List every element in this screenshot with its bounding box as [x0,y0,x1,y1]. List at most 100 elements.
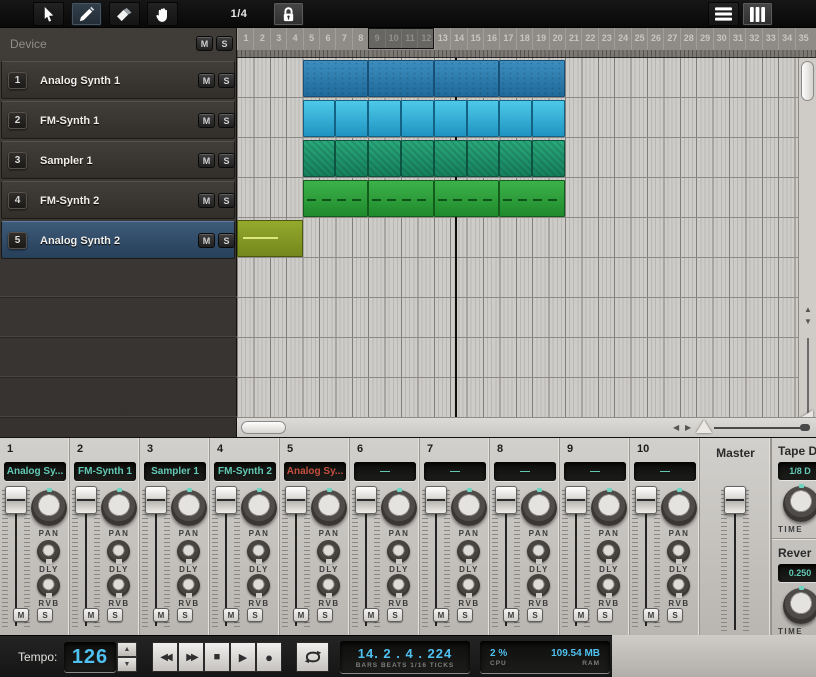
pan-knob[interactable] [381,490,417,526]
channel-mute-button[interactable]: M [13,608,29,622]
track-solo-button[interactable]: S [218,113,235,128]
clip-blue[interactable] [434,60,500,97]
ruler-bar-33[interactable]: 33 [762,28,779,50]
dly-knob[interactable] [177,540,200,563]
pan-knob[interactable] [241,490,277,526]
ruler-bar-32[interactable]: 32 [745,28,762,50]
channel-solo-button[interactable]: S [457,608,473,622]
scroll-down-icon[interactable]: ▼ [804,318,812,326]
tempo-up-button[interactable]: ▲ [117,642,137,657]
channel-fader[interactable] [212,486,240,628]
channel-solo-button[interactable]: S [177,608,193,622]
ruler-bar-13[interactable]: 13 [434,28,451,50]
horizontal-scroll-thumb[interactable] [241,421,286,434]
timeline-ruler[interactable]: 1234567891011121314151617181920212223242… [237,28,816,58]
track-row-fm-synth-2[interactable]: 4FM-Synth 2MS [1,181,235,219]
rvb-knob[interactable] [387,574,410,597]
dly-knob[interactable] [317,540,340,563]
fader-handle[interactable] [215,486,237,514]
scroll-left-icon[interactable]: ◀ [673,424,679,432]
ruler-bar-19[interactable]: 19 [532,28,549,50]
clip-teal[interactable] [532,140,565,177]
clip-cyan[interactable] [532,100,565,137]
arrangement-grid[interactable] [237,58,798,417]
tape-delay-value-display[interactable]: 1/8 D [778,462,816,480]
dly-knob[interactable] [667,540,690,563]
clip-teal[interactable] [401,140,434,177]
channel-mute-button[interactable]: M [293,608,309,622]
channel-mute-button[interactable]: M [223,608,239,622]
channel-name-display[interactable]: — [424,462,486,481]
scroll-right-icon[interactable]: ▶ [685,424,691,432]
rvb-knob[interactable] [597,574,620,597]
clip-green[interactable] [499,180,565,217]
record-button[interactable]: ● [256,642,282,672]
rvb-knob[interactable] [667,574,690,597]
clip-blue[interactable] [368,60,434,97]
rvb-knob[interactable] [527,574,550,597]
loop-button[interactable] [296,642,329,672]
pan-knob[interactable] [311,490,347,526]
position-display[interactable]: 14. 2 . 4 . 224 BARS BEATS 1/16 TICKS [340,641,470,673]
channel-solo-button[interactable]: S [597,608,613,622]
ruler-bar-1[interactable]: 1 [237,28,254,50]
pan-knob[interactable] [591,490,627,526]
ruler-bar-26[interactable]: 26 [647,28,664,50]
dly-knob[interactable] [597,540,620,563]
ruler-bar-27[interactable]: 27 [663,28,680,50]
grid-resolution-label[interactable]: 1/4 [218,0,260,28]
channel-name-display[interactable]: — [494,462,556,481]
pointer-tool-button[interactable] [33,2,64,26]
ruler-bar-34[interactable]: 34 [778,28,795,50]
rvb-knob[interactable] [457,574,480,597]
dly-knob[interactable] [107,540,130,563]
ruler-bar-17[interactable]: 17 [499,28,516,50]
channel-mute-button[interactable]: M [83,608,99,622]
master-mute-button[interactable]: M [196,36,213,51]
ruler-bar-5[interactable]: 5 [303,28,320,50]
clip-teal[interactable] [368,140,401,177]
track-solo-button[interactable]: S [218,153,235,168]
play-button[interactable]: ▶ [230,642,256,672]
ruler-bar-28[interactable]: 28 [680,28,697,50]
fast-forward-button[interactable]: ▶▶ [178,642,204,672]
track-mute-button[interactable]: M [198,233,215,248]
vertical-scrollbar[interactable]: ▲ ▼ [798,58,816,417]
track-solo-button[interactable]: S [218,73,235,88]
mixer-view-button[interactable] [742,2,773,26]
channel-fader[interactable] [422,486,450,628]
fader-handle[interactable] [425,486,447,514]
ruler-bar-3[interactable]: 3 [270,28,287,50]
ruler-bar-8[interactable]: 8 [352,28,369,50]
master-fader[interactable] [721,486,749,632]
arrange-view-button[interactable] [708,2,739,26]
fader-handle[interactable] [635,486,657,514]
fader-handle[interactable] [285,486,307,514]
channel-name-display[interactable]: — [354,462,416,481]
pan-knob[interactable] [451,490,487,526]
track-row-analog-synth-2[interactable]: 5Analog Synth 2MS [1,221,235,259]
dly-knob[interactable] [387,540,410,563]
ruler-bar-35[interactable]: 35 [795,28,812,50]
clip-teal[interactable] [499,140,532,177]
channel-solo-button[interactable]: S [37,608,53,622]
pan-knob[interactable] [171,490,207,526]
ruler-bar-23[interactable]: 23 [598,28,615,50]
channel-mute-button[interactable]: M [503,608,519,622]
ruler-bar-20[interactable]: 20 [549,28,566,50]
track-solo-button[interactable]: S [218,233,235,248]
channel-name-display[interactable]: Analog Sy... [284,462,346,481]
loop-region[interactable] [368,28,434,49]
channel-name-display[interactable]: — [634,462,696,481]
channel-fader[interactable] [72,486,100,628]
channel-solo-button[interactable]: S [527,608,543,622]
channel-solo-button[interactable]: S [107,608,123,622]
channel-solo-button[interactable]: S [667,608,683,622]
channel-name-display[interactable]: FM-Synth 2 [214,462,276,481]
rvb-knob[interactable] [317,574,340,597]
hand-tool-button[interactable] [147,2,178,26]
channel-solo-button[interactable]: S [387,608,403,622]
clip-green[interactable] [368,180,434,217]
clip-blue[interactable] [303,60,369,97]
channel-name-display[interactable]: Analog Sy... [4,462,66,481]
